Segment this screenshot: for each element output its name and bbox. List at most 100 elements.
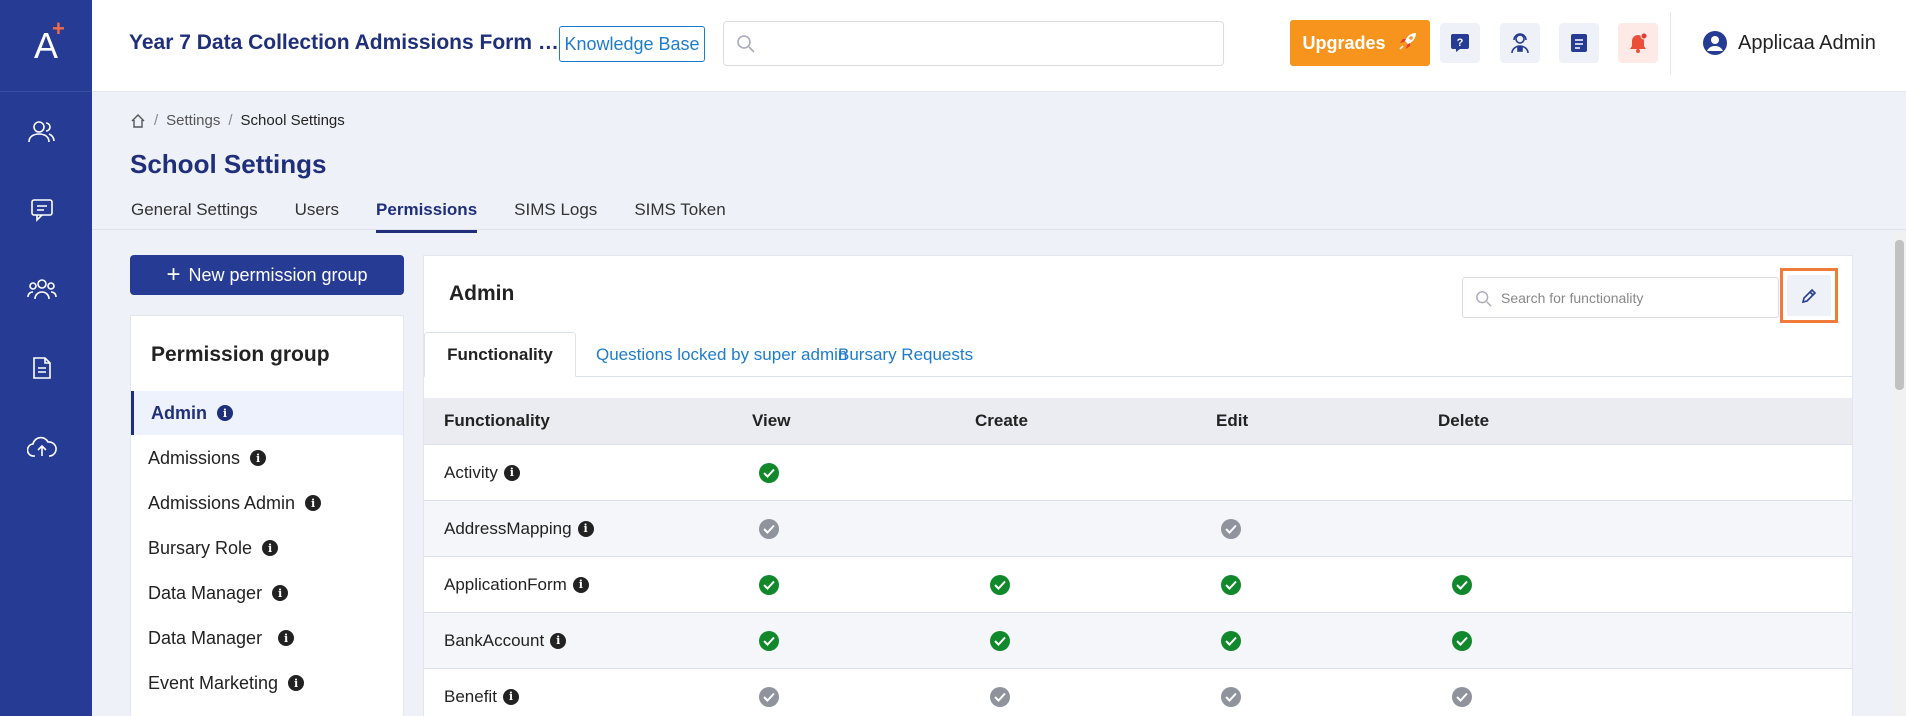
- subtab-bursary-requests[interactable]: Bursary Requests: [838, 332, 973, 377]
- edit-permission-cell: [1211, 669, 1251, 716]
- contacts-icon[interactable]: [26, 116, 58, 148]
- breadcrumb: / Settings / School Settings: [130, 112, 345, 129]
- svg-text:?: ?: [1457, 37, 1464, 49]
- check-circle-icon: [990, 574, 1010, 595]
- info-icon[interactable]: i: [250, 450, 267, 466]
- top-header: Year 7 Data Collection Admissions Form ……: [92, 0, 1906, 92]
- page-scrollbar[interactable]: [1893, 232, 1906, 716]
- support-button[interactable]: [1500, 23, 1540, 63]
- info-icon[interactable]: i: [503, 464, 520, 481]
- edit-permission-cell: [1211, 501, 1251, 556]
- info-icon[interactable]: i: [272, 585, 289, 601]
- info-icon[interactable]: i: [217, 405, 233, 421]
- support-agent-icon: [1511, 33, 1529, 54]
- create-permission-cell: [980, 613, 1020, 668]
- search-placeholder: Search for functionality: [1501, 289, 1644, 306]
- check-circle-icon: [759, 574, 779, 595]
- document-icon[interactable]: [26, 352, 58, 384]
- user-menu[interactable]: Applicaa Admin: [1702, 30, 1876, 56]
- table-row: ApplicationForm i: [424, 557, 1852, 613]
- breadcrumb-current: School Settings: [240, 112, 345, 129]
- create-permission-cell: [980, 669, 1020, 716]
- breadcrumb-settings[interactable]: Settings: [166, 112, 220, 129]
- check-circle-icon: [1221, 686, 1241, 707]
- delete-permission-cell: [1442, 445, 1482, 500]
- table-header: Functionality View Create Edit Delete: [424, 398, 1852, 445]
- view-permission-cell: [749, 669, 789, 716]
- permission-group-title: Permission group: [151, 343, 330, 366]
- notes-button[interactable]: [1559, 23, 1599, 63]
- notifications-button[interactable]: [1618, 23, 1658, 63]
- new-permission-group-button[interactable]: + New permission group: [130, 255, 404, 295]
- upgrades-button[interactable]: Upgrades: [1290, 20, 1430, 66]
- help-button[interactable]: ?: [1440, 23, 1480, 63]
- new-permission-group-label: New permission group: [188, 264, 368, 285]
- view-permission-cell: [749, 613, 789, 668]
- column-header: View: [752, 411, 791, 430]
- functionality-cell: BankAccount i: [444, 613, 567, 668]
- table-row: Activity i: [424, 445, 1852, 501]
- view-permission-cell: [749, 445, 789, 500]
- subtab-functionality[interactable]: Functionality: [424, 332, 576, 377]
- permission-group-admin[interactable]: Admin i: [131, 391, 403, 435]
- groups-icon[interactable]: [26, 273, 58, 305]
- breadcrumb-separator: /: [228, 112, 233, 129]
- functionality-name: AddressMapping: [444, 518, 572, 538]
- check-circle-icon: [759, 630, 779, 651]
- functionality-name: Activity: [444, 462, 498, 482]
- group-label: Bursary Role: [148, 537, 253, 558]
- app-title[interactable]: Year 7 Data Collection Admissions Form …: [129, 31, 559, 55]
- permission-group-admissions-admin[interactable]: Admissions Admin i: [131, 481, 403, 525]
- info-icon[interactable]: i: [305, 495, 322, 511]
- table-row: BankAccount i: [424, 613, 1852, 669]
- functionality-cell: Benefit i: [444, 669, 519, 716]
- user-name: Applicaa Admin: [1738, 31, 1876, 54]
- group-label: Admissions Admin: [148, 492, 296, 513]
- edit-permissions-button[interactable]: [1780, 268, 1838, 323]
- info-icon[interactable]: i: [577, 520, 594, 537]
- breadcrumb-separator: /: [154, 112, 159, 129]
- check-circle-icon: [1221, 630, 1241, 651]
- subtab-questions-locked[interactable]: Questions locked by super admin: [596, 332, 847, 377]
- user-avatar-icon: [1703, 31, 1727, 55]
- scrollbar-thumb[interactable]: [1895, 240, 1904, 390]
- knowledge-base-button[interactable]: Knowledge Base: [559, 26, 705, 62]
- header-divider: [1670, 12, 1671, 74]
- create-permission-cell: [980, 445, 1020, 500]
- check-circle-icon: [1221, 518, 1241, 539]
- check-circle-icon: [990, 630, 1010, 651]
- check-circle-icon: [1452, 574, 1472, 595]
- check-circle-icon: [759, 686, 779, 707]
- delete-permission-cell: [1442, 613, 1482, 668]
- info-icon[interactable]: i: [550, 632, 567, 649]
- functionality-search-input[interactable]: Search for functionality: [1462, 277, 1779, 318]
- global-search-input[interactable]: [723, 21, 1224, 66]
- create-permission-cell: [980, 501, 1020, 556]
- view-permission-cell: [749, 501, 789, 556]
- info-icon[interactable]: i: [288, 675, 305, 691]
- permission-group-data-manager-2[interactable]: Data Manager i: [131, 616, 403, 660]
- info-icon[interactable]: i: [262, 540, 279, 556]
- upgrades-label: Upgrades: [1302, 32, 1386, 53]
- functionality-name: BankAccount: [444, 630, 545, 650]
- column-header: Functionality: [444, 411, 550, 430]
- info-icon[interactable]: i: [502, 688, 519, 705]
- notes-icon: [1571, 34, 1587, 52]
- column-header: Delete: [1438, 411, 1490, 430]
- permission-group-event-marketing[interactable]: Event Marketing i: [131, 661, 403, 705]
- permission-group-data-manager[interactable]: Data Manager i: [131, 571, 403, 615]
- functionality-cell: AddressMapping i: [444, 501, 594, 556]
- view-permission-cell: [749, 557, 789, 612]
- app-logo[interactable]: A +: [0, 0, 92, 92]
- check-circle-icon: [759, 518, 779, 539]
- permission-group-admissions[interactable]: Admissions i: [131, 436, 403, 480]
- permission-group-bursary-role[interactable]: Bursary Role i: [131, 526, 403, 570]
- home-icon[interactable]: [130, 113, 146, 129]
- check-circle-icon: [990, 686, 1010, 707]
- info-icon[interactable]: i: [278, 630, 295, 646]
- delete-permission-cell: [1442, 501, 1482, 556]
- cloud-upload-icon[interactable]: [26, 431, 58, 463]
- messages-icon[interactable]: [26, 194, 58, 226]
- delete-permission-cell: [1442, 557, 1482, 612]
- info-icon[interactable]: i: [572, 576, 589, 593]
